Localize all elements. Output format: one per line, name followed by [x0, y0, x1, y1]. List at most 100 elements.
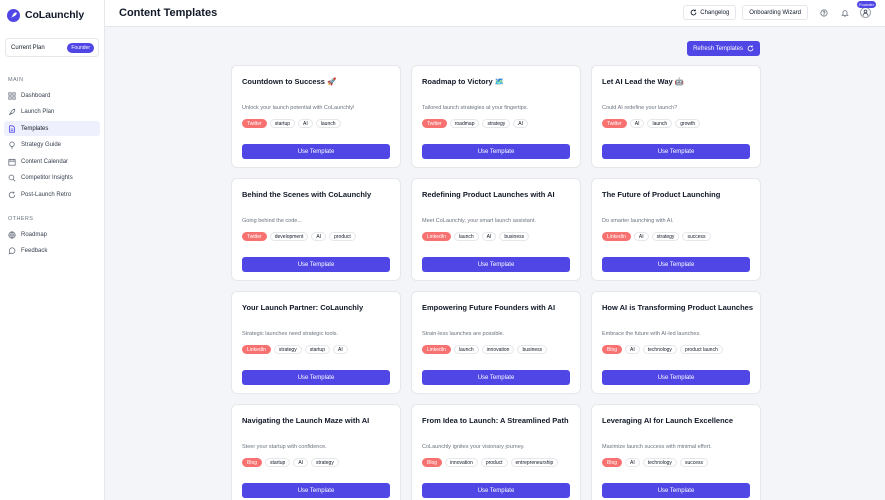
sidebar-item-feedback[interactable]: Feedback	[4, 244, 100, 259]
tag: entrepreneurship	[510, 458, 559, 467]
tag-list: LinkedIn strategy startup AI	[242, 345, 348, 354]
tag: AI	[625, 345, 640, 354]
use-template-button[interactable]: Use Template	[602, 483, 750, 498]
sidebar-item-post-launch-retro[interactable]: Post-Launch Retro	[4, 187, 100, 202]
sidebar-item-competitor-insights[interactable]: Competitor Insights	[4, 171, 100, 186]
card-description: Steer your startup with confidence.	[242, 444, 327, 450]
tag-list: Twitter roadmap strategy AI	[422, 119, 528, 128]
current-plan[interactable]: Current Plan Founder	[5, 38, 99, 57]
tag: launch	[647, 119, 673, 128]
template-card: Behind the Scenes with CoLaunchly Going …	[231, 178, 401, 281]
card-title: Let AI Lead the Way 🤖	[602, 77, 685, 86]
search-icon	[8, 174, 16, 182]
sidebar-item-label: Feedback	[21, 248, 48, 254]
rocket-logo-icon	[7, 8, 20, 22]
main-content: Refresh Templates Countdown to Success 🚀…	[105, 28, 885, 500]
use-template-button[interactable]: Use Template	[242, 370, 390, 385]
card-title: Redefining Product Launches with AI	[422, 190, 555, 199]
template-card: Redefining Product Launches with AI Meet…	[411, 178, 581, 281]
platform-tag: LinkedIn	[422, 345, 451, 354]
tag: strategy	[482, 119, 511, 128]
use-template-button[interactable]: Use Template	[242, 483, 390, 498]
template-card: How AI is Transforming Product Launches …	[591, 291, 761, 394]
bell-icon[interactable]	[840, 8, 850, 18]
lightbulb-icon	[9, 141, 15, 149]
use-template-button[interactable]: Use Template	[422, 370, 570, 385]
card-description: Strategic launches need strategic tools.	[242, 331, 339, 337]
card-description: Do smarter launching with AI.	[602, 218, 674, 224]
refresh-templates-button[interactable]: Refresh Templates	[687, 41, 760, 56]
tag: startup	[265, 458, 291, 467]
card-description: Embrace the future with AI-led launches.	[602, 331, 701, 337]
sidebar-item-dashboard[interactable]: Dashboard	[4, 88, 100, 103]
sidebar-item-label: Competitor Insights	[21, 175, 73, 181]
tag: strategy	[273, 345, 302, 354]
tag-list: LinkedIn AI strategy success	[602, 232, 711, 241]
use-template-button[interactable]: Use Template	[602, 370, 750, 385]
sidebar-item-strategy-guide[interactable]: Strategy Guide	[4, 138, 100, 153]
brand[interactable]: CoLaunchly	[0, 0, 104, 30]
map-icon	[8, 230, 16, 239]
tag: product launch	[679, 345, 723, 354]
card-description: Unlock your launch potential with CoLaun…	[242, 105, 355, 111]
sidebar-item-templates[interactable]: Templates	[4, 121, 100, 136]
sidebar-item-label: Post-Launch Retro	[21, 191, 72, 198]
card-title: Roadmap to Victory 🗺️	[422, 77, 505, 86]
use-template-button[interactable]: Use Template	[242, 144, 390, 159]
tag: startup	[269, 119, 296, 128]
section-label-main: MAIN	[8, 77, 24, 83]
use-template-button[interactable]: Use Template	[422, 144, 570, 159]
help-icon[interactable]	[819, 8, 829, 18]
card-title: Your Launch Partner: CoLaunchly	[242, 303, 364, 312]
platform-tag: LinkedIn	[422, 232, 451, 241]
tag-list: Blog startup AI strategy	[242, 458, 339, 467]
template-card: Countdown to Success 🚀 Unlock your launc…	[231, 65, 401, 168]
card-description: CoLaunchly ignites your visionary journe…	[422, 444, 525, 450]
sidebar-item-content-calendar[interactable]: Content Calendar	[4, 154, 100, 169]
use-template-button[interactable]: Use Template	[422, 483, 570, 498]
platform-tag: Blog	[602, 345, 623, 354]
card-title: From Idea to Launch: A Streamlined Path	[422, 416, 569, 425]
tag: strategy	[651, 232, 680, 241]
card-title: How AI is Transforming Product Launches	[602, 303, 753, 312]
card-description: Tailored launch strategies at your finge…	[422, 105, 529, 111]
tag: launch	[453, 232, 479, 241]
card-description: Strain-less launches are possible.	[422, 331, 505, 337]
tag-list: LinkedIn launch AI business	[422, 232, 530, 241]
use-template-button[interactable]: Use Template	[602, 144, 750, 159]
template-grid: Countdown to Success 🚀 Unlock your launc…	[231, 65, 761, 500]
template-card: Leveraging AI for Launch Excellence Maxi…	[591, 404, 761, 500]
tag: AI	[311, 232, 327, 241]
tag: launch	[315, 119, 341, 128]
platform-tag: LinkedIn	[602, 232, 631, 241]
changelog-button[interactable]: Changelog	[683, 5, 737, 20]
main-nav: Dashboard Launch Plan Templates Strategy…	[0, 88, 104, 202]
use-template-button[interactable]: Use Template	[602, 257, 750, 272]
sidebar-item-launch-plan[interactable]: Launch Plan	[4, 105, 100, 120]
founder-badge: Founder	[857, 1, 876, 8]
card-title: Behind the Scenes with CoLaunchly	[242, 190, 372, 199]
use-template-button[interactable]: Use Template	[242, 257, 390, 272]
card-title: Leveraging AI for Launch Excellence	[602, 416, 734, 425]
header-actions: Changelog Onboarding Wizard Founder	[683, 1, 876, 20]
tag: innovation	[481, 345, 515, 354]
onboarding-wizard-button[interactable]: Onboarding Wizard	[742, 5, 808, 20]
template-card: The Future of Product Launching Do smart…	[591, 178, 761, 281]
platform-tag: Blog	[602, 458, 623, 467]
page-title: Content Templates	[119, 7, 218, 19]
use-template-button[interactable]: Use Template	[422, 257, 570, 272]
sidebar-item-roadmap[interactable]: Roadmap	[4, 227, 100, 242]
user-avatar[interactable]: Founder	[857, 1, 876, 18]
platform-tag: Blog	[422, 458, 443, 467]
tag: product	[480, 458, 508, 467]
tag: success	[679, 458, 708, 467]
tag: AI	[629, 119, 645, 128]
document-icon	[9, 124, 15, 133]
tag: growth	[675, 119, 701, 128]
onboarding-label: Onboarding Wizard	[749, 9, 801, 16]
tag: AI	[481, 232, 497, 241]
tag: AI	[333, 345, 348, 354]
tag-list: Blog AI technology success	[602, 458, 708, 467]
card-description: Going behind the code...	[242, 218, 302, 224]
tag: startup	[304, 345, 330, 354]
